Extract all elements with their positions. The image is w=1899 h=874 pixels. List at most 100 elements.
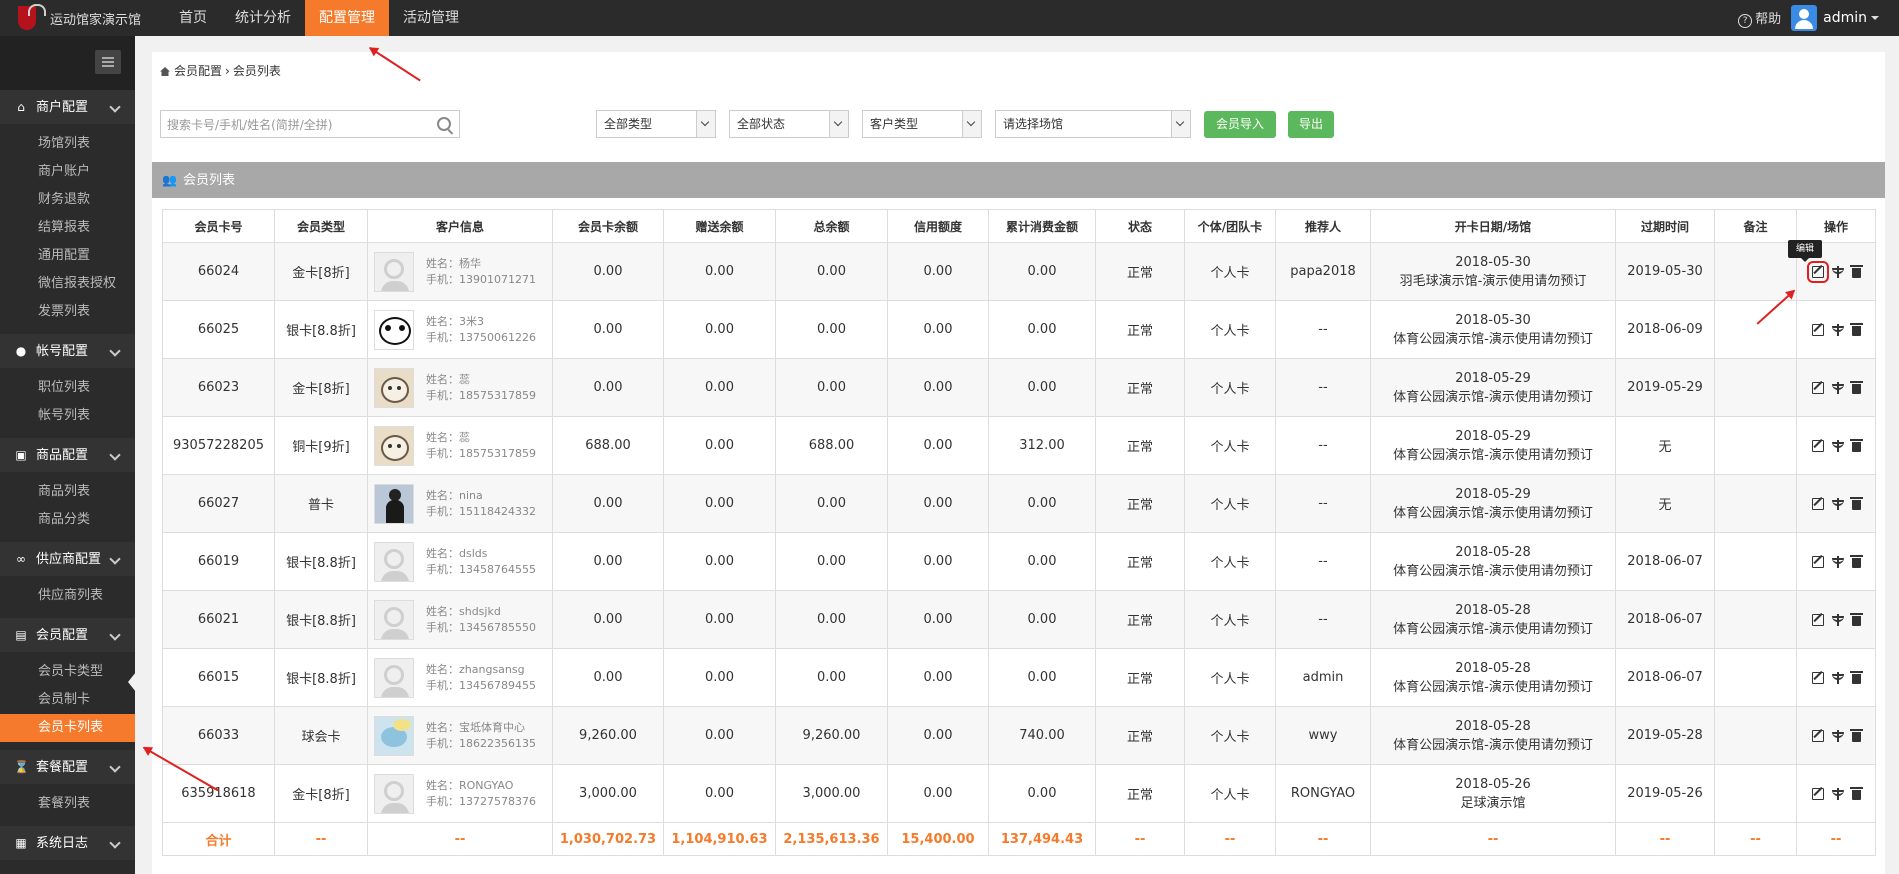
edit-icon[interactable] bbox=[1811, 323, 1824, 336]
col-card-no[interactable]: 会员卡号 bbox=[162, 209, 275, 243]
balance-scale-icon[interactable] bbox=[1831, 265, 1844, 278]
edit-icon[interactable] bbox=[1811, 381, 1824, 394]
open-date: 2018-05-30 bbox=[1455, 312, 1531, 328]
trash-icon[interactable] bbox=[1849, 728, 1863, 742]
export-button[interactable]: 导出 bbox=[1288, 111, 1334, 138]
cell-customer: 姓名：蕊 手机：18575317859 bbox=[367, 416, 553, 475]
trash-icon[interactable] bbox=[1849, 438, 1863, 452]
type-select[interactable]: 全部类型 bbox=[596, 110, 716, 138]
user-avatar-icon[interactable] bbox=[1791, 5, 1818, 31]
balance-scale-icon[interactable] bbox=[1831, 729, 1844, 742]
col-open-date[interactable]: 开卡日期/场馆 bbox=[1370, 209, 1616, 243]
nav-config[interactable]: 配置管理 bbox=[305, 0, 389, 36]
user-menu[interactable]: admin bbox=[1823, 10, 1879, 26]
col-credit[interactable]: 信用额度 bbox=[887, 209, 989, 243]
customer-type-select[interactable]: 客户类型 bbox=[862, 110, 982, 138]
trash-icon[interactable] bbox=[1849, 322, 1863, 336]
sidebar-item-card-make[interactable]: 会员制卡 bbox=[0, 686, 135, 714]
col-gift[interactable]: 赠送余额 bbox=[663, 209, 776, 243]
trash-icon[interactable] bbox=[1849, 380, 1863, 394]
cell-actions bbox=[1796, 590, 1876, 649]
cell-gift: 0.00 bbox=[663, 358, 776, 417]
sidebar-item-invoice[interactable]: 发票列表 bbox=[0, 298, 135, 326]
balance-scale-icon[interactable] bbox=[1831, 555, 1844, 568]
balance-scale-icon[interactable] bbox=[1831, 613, 1844, 626]
nav-home[interactable]: 首页 bbox=[165, 0, 221, 36]
edit-icon[interactable] bbox=[1811, 613, 1824, 626]
edit-icon[interactable] bbox=[1811, 671, 1824, 684]
edit-icon[interactable] bbox=[1811, 555, 1824, 568]
venue-select[interactable]: 请选择场馆 bbox=[995, 110, 1191, 138]
sidebar-item-card-type[interactable]: 会员卡类型 bbox=[0, 658, 135, 686]
sidebar-group-goods[interactable]: ▣ 商品配置 bbox=[0, 438, 135, 472]
edit-icon[interactable] bbox=[1811, 439, 1824, 452]
balance-scale-icon[interactable] bbox=[1831, 439, 1844, 452]
col-referrer[interactable]: 推荐人 bbox=[1275, 209, 1371, 243]
trash-icon[interactable] bbox=[1849, 670, 1863, 684]
balance-scale-icon[interactable] bbox=[1831, 497, 1844, 510]
trash-icon[interactable] bbox=[1849, 264, 1863, 278]
search-input[interactable] bbox=[161, 111, 429, 139]
sidebar-item-settlement[interactable]: 结算报表 bbox=[0, 214, 135, 242]
sidebar-item-goods-category[interactable]: 商品分类 bbox=[0, 506, 135, 534]
import-button[interactable]: 会员导入 bbox=[1204, 111, 1276, 138]
search-icon[interactable] bbox=[437, 117, 451, 131]
chevron-down-icon bbox=[109, 345, 121, 357]
breadcrumb-root[interactable]: 会员配置 bbox=[174, 64, 222, 78]
edit-icon[interactable] bbox=[1811, 787, 1824, 800]
sidebar-item-refund[interactable]: 财务退款 bbox=[0, 186, 135, 214]
table-row: 66024 金卡[8折] 姓名：杨华 手机：13901071271 0.00 0.00 0.… bbox=[162, 242, 1876, 301]
logo[interactable]: 运动馆家演示馆 bbox=[0, 0, 170, 36]
customer-name: 姓名：nina bbox=[426, 488, 483, 502]
cell-actions bbox=[1796, 358, 1876, 417]
nav-statistics[interactable]: 统计分析 bbox=[221, 0, 305, 36]
sidebar-group-log[interactable]: ▦ 系统日志 bbox=[0, 826, 135, 860]
sidebar-group-member[interactable]: ▤ 会员配置 bbox=[0, 618, 135, 652]
edit-icon[interactable] bbox=[1806, 260, 1829, 283]
sidebar-group-supplier[interactable]: ∞ 供应商配置 bbox=[0, 542, 135, 576]
balance-scale-icon[interactable] bbox=[1831, 381, 1844, 394]
sidebar-item-positions[interactable]: 职位列表 bbox=[0, 374, 135, 402]
col-status[interactable]: 状态 bbox=[1095, 209, 1185, 243]
sidebar-group-account[interactable]: ● 帐号配置 bbox=[0, 334, 135, 368]
avatar bbox=[374, 251, 414, 292]
sidebar-group-merchant[interactable]: ⌂ 商户配置 bbox=[0, 90, 135, 124]
home-icon[interactable] bbox=[160, 67, 170, 76]
sidebar-group-package[interactable]: ⌛ 套餐配置 bbox=[0, 750, 135, 784]
trash-icon[interactable] bbox=[1849, 612, 1863, 626]
balance-scale-icon[interactable] bbox=[1831, 323, 1844, 336]
col-total[interactable]: 总余额 bbox=[775, 209, 888, 243]
col-card-type[interactable]: 会员类型 bbox=[274, 209, 368, 243]
sidebar-item-venues[interactable]: 场馆列表 bbox=[0, 130, 135, 158]
status-select[interactable]: 全部状态 bbox=[729, 110, 849, 138]
sidebar-item-card-list[interactable]: 会员卡列表 bbox=[0, 714, 135, 742]
sidebar-item-general[interactable]: 通用配置 bbox=[0, 242, 135, 270]
edit-icon[interactable] bbox=[1811, 729, 1824, 742]
sidebar-item-package-list[interactable]: 套餐列表 bbox=[0, 790, 135, 818]
sidebar-item-wechat[interactable]: 微信报表授权 bbox=[0, 270, 135, 298]
col-expire[interactable]: 过期时间 bbox=[1615, 209, 1715, 243]
sidebar-item-merchant-account[interactable]: 商户账户 bbox=[0, 158, 135, 186]
sidebar-item-goods-list[interactable]: 商品列表 bbox=[0, 478, 135, 506]
col-customer[interactable]: 客户信息 bbox=[367, 209, 553, 243]
col-note[interactable]: 备注 bbox=[1714, 209, 1797, 243]
table-row: 66033 球会卡 姓名：宝坻体育中心 手机：18622356135 9,260.00 0… bbox=[162, 706, 1876, 765]
help-link[interactable]: ? 帮助 bbox=[1738, 8, 1781, 28]
trash-icon[interactable] bbox=[1849, 496, 1863, 510]
cell-total: 688.00 bbox=[775, 416, 888, 475]
cell-kind: 个人卡 bbox=[1184, 532, 1276, 591]
cell-card-no: 66027 bbox=[162, 474, 275, 533]
avatar bbox=[374, 425, 414, 466]
nav-activity[interactable]: 活动管理 bbox=[389, 0, 473, 36]
sidebar-item-supplier-list[interactable]: 供应商列表 bbox=[0, 582, 135, 610]
balance-scale-icon[interactable] bbox=[1831, 671, 1844, 684]
balance-scale-icon[interactable] bbox=[1831, 787, 1844, 800]
col-spent[interactable]: 累计消费金额 bbox=[988, 209, 1096, 243]
trash-icon[interactable] bbox=[1849, 554, 1863, 568]
edit-icon[interactable] bbox=[1811, 497, 1824, 510]
col-balance[interactable]: 会员卡余额 bbox=[552, 209, 664, 243]
sidebar-item-accounts[interactable]: 帐号列表 bbox=[0, 402, 135, 430]
sidebar-toggle-button[interactable] bbox=[95, 50, 121, 74]
col-kind[interactable]: 个体/团队卡 bbox=[1184, 209, 1276, 243]
trash-icon[interactable] bbox=[1849, 786, 1863, 800]
